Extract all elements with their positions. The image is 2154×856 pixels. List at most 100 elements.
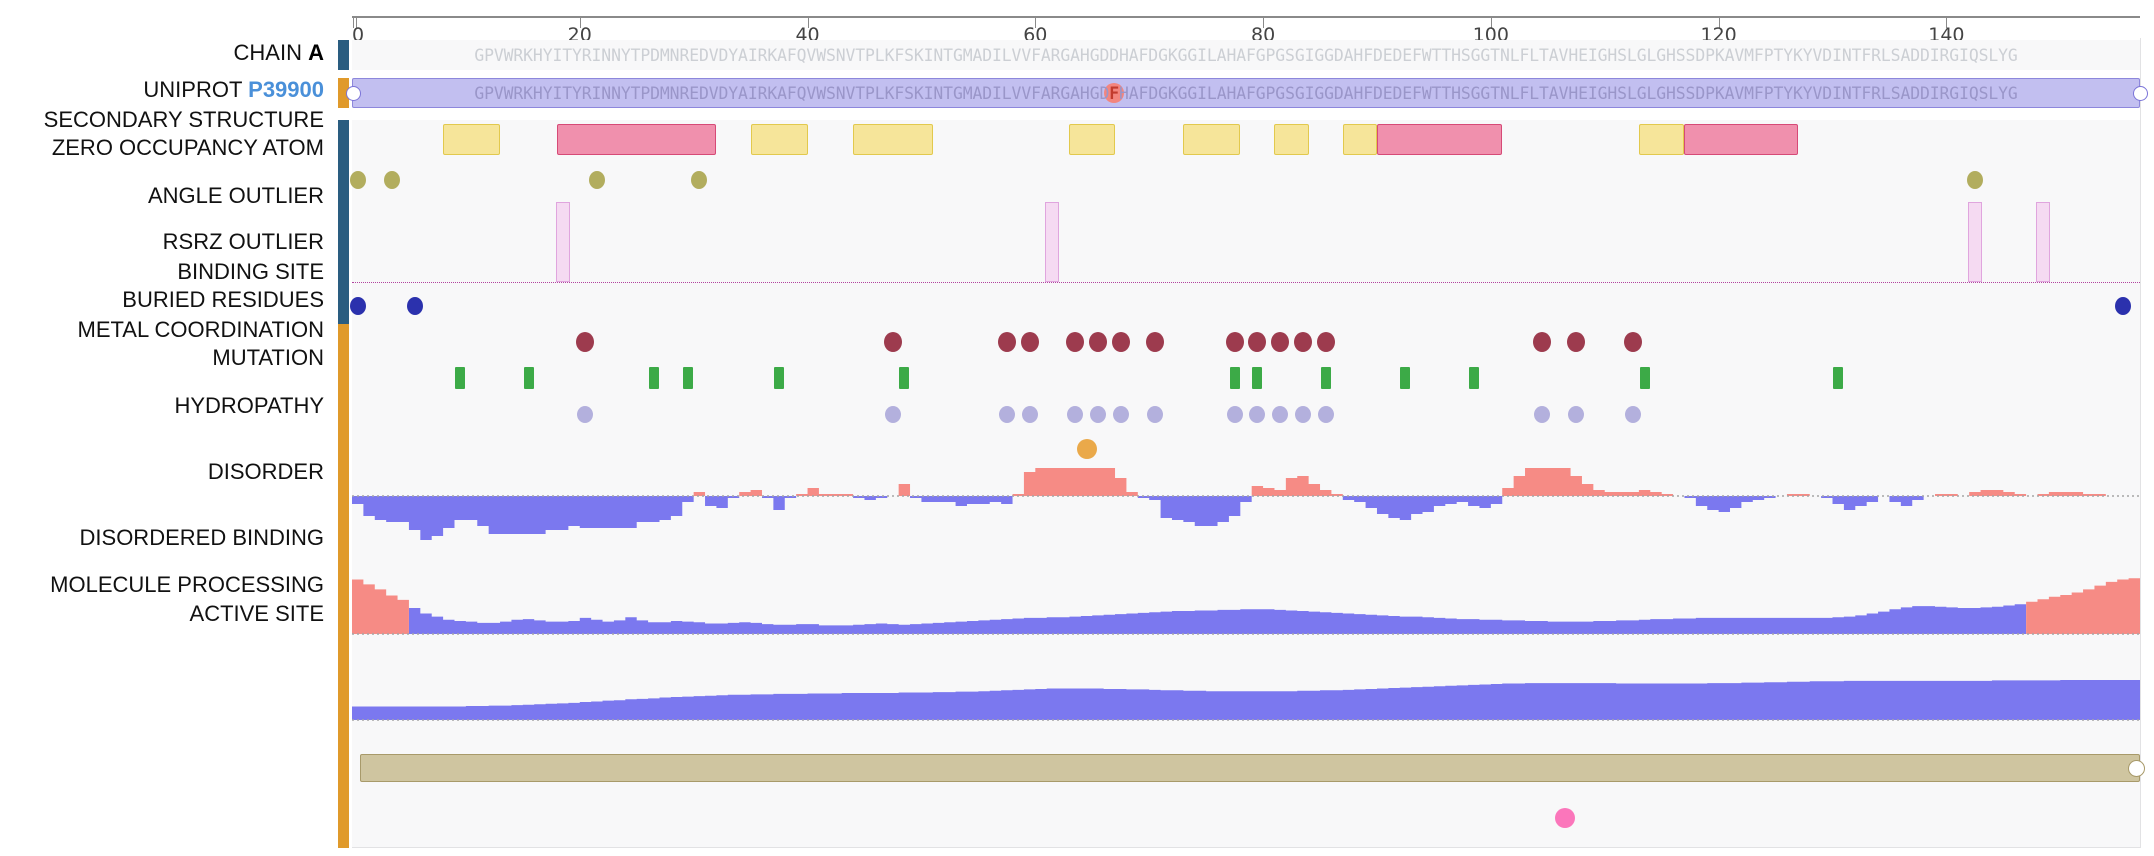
disordered-binding-plot[interactable] [352, 652, 2140, 748]
sequence-ruler[interactable]: 0 20 40 60 80 100 120 140 [352, 8, 2140, 46]
canvas-right-border [2140, 38, 2141, 848]
binding-site-marker[interactable] [1020, 332, 1039, 352]
buried-residue-marker[interactable] [774, 367, 785, 389]
metal-coordination-marker[interactable] [998, 406, 1015, 423]
angle-outlier-spike[interactable] [555, 202, 570, 282]
rsrz-outlier-marker[interactable] [349, 297, 366, 315]
angle-outlier-spike[interactable] [2036, 202, 2051, 282]
metal-coordination-marker[interactable] [1021, 406, 1038, 423]
buried-residue-marker[interactable] [455, 367, 466, 389]
buried-residue-marker[interactable] [1833, 367, 1844, 389]
rsrz-outlier-marker[interactable] [406, 297, 423, 315]
buried-residue-marker[interactable] [1229, 367, 1240, 389]
metal-coordination-marker[interactable] [1146, 406, 1163, 423]
track-label-mutation[interactable]: MUTATION [0, 347, 324, 369]
binding-site-marker[interactable] [1111, 332, 1130, 352]
molecule-processing-chain[interactable] [360, 754, 2140, 782]
track-lane-metal_coordination[interactable] [352, 396, 2140, 432]
active-site-marker[interactable] [1554, 808, 1575, 828]
uniprot-end-handle[interactable] [2133, 86, 2148, 101]
track-label-rsrz_outlier[interactable]: RSRZ OUTLIER [0, 231, 324, 253]
category-bar-orange [338, 432, 349, 468]
binding-site-marker[interactable] [997, 332, 1016, 352]
track-label-metal_coordination[interactable]: METAL COORDINATION [0, 319, 325, 341]
binding-site-marker[interactable] [1316, 332, 1335, 352]
secondary-structure-strand[interactable] [1274, 124, 1309, 155]
track-label-zero_occupancy_atom[interactable]: ZERO OCCUPANCY ATOM [0, 137, 324, 159]
track-label-buried_residues[interactable]: BURIED RESIDUES [0, 289, 324, 311]
disorder-plot[interactable] [352, 562, 2140, 652]
track-label-angle_outlier[interactable]: ANGLE OUTLIER [0, 185, 324, 207]
variant-marker [1104, 83, 1125, 103]
secondary-structure-strand[interactable] [1638, 124, 1685, 155]
buried-residue-marker[interactable] [682, 367, 693, 389]
secondary-structure-helix[interactable] [1376, 124, 1503, 155]
secondary-structure-strand[interactable] [443, 124, 501, 155]
uniprot-variant-residue[interactable]: F [1104, 83, 1125, 103]
secondary-structure-helix[interactable] [1684, 124, 1799, 155]
binding-site-marker[interactable] [883, 332, 902, 352]
zero-occupancy-atom-marker[interactable] [383, 171, 400, 189]
buried-residue-marker[interactable] [1252, 367, 1263, 389]
buried-residue-marker[interactable] [1468, 367, 1479, 389]
track-label-disordered_binding[interactable]: DISORDERED BINDING [0, 527, 324, 549]
zero-occupancy-atom-marker[interactable] [349, 171, 366, 189]
metal-coordination-marker[interactable] [1226, 406, 1243, 423]
buried-residue-marker[interactable] [899, 367, 910, 389]
angle-outlier-spike[interactable] [1967, 202, 1982, 282]
track-lane-buried_residues[interactable] [352, 360, 2140, 396]
buried-residue-marker[interactable] [1639, 367, 1650, 389]
hydropathy-plot[interactable] [352, 468, 2140, 562]
binding-site-marker[interactable] [1225, 332, 1244, 352]
track-lane-zero_occupancy_atom[interactable] [352, 162, 2140, 198]
track-label-active_site[interactable]: ACTIVE SITE [0, 603, 324, 625]
secondary-structure-strand[interactable] [1342, 124, 1377, 155]
mutation-marker[interactable] [1076, 439, 1097, 459]
secondary-structure-strand[interactable] [1183, 124, 1241, 155]
buried-residue-marker[interactable] [648, 367, 659, 389]
track-label-secondary_structure[interactable]: SECONDARY STRUCTURE [0, 109, 324, 131]
chain-sequence-row[interactable]: GPVWRKHYITYRINNYTPDMNREDVDYAIRKAFQVWSNVT… [352, 40, 2140, 70]
category-bar-orange [338, 562, 349, 652]
binding-site-marker[interactable] [1293, 332, 1312, 352]
secondary-structure-helix[interactable] [556, 124, 717, 155]
track-label-hydropathy[interactable]: HYDROPATHY [0, 395, 324, 417]
zero-occupancy-atom-marker[interactable] [588, 171, 605, 189]
metal-coordination-marker[interactable] [1089, 406, 1106, 423]
track-lane-rsrz_outlier[interactable] [352, 288, 2140, 324]
angle-outlier-spike[interactable] [1045, 202, 1060, 282]
metal-coordination-marker[interactable] [1317, 406, 1334, 423]
track-label-binding_site[interactable]: BINDING SITE [0, 261, 324, 283]
metal-coordination-marker[interactable] [1534, 406, 1551, 423]
track-label-chain[interactable]: CHAIN A [0, 42, 324, 64]
uniprot-accession-link[interactable]: P39900 [248, 77, 324, 102]
track-lane-binding_site[interactable] [352, 324, 2140, 360]
binding-site-marker[interactable] [1533, 332, 1552, 352]
metal-coordination-marker[interactable] [1294, 406, 1311, 423]
metal-coordination-marker[interactable] [1112, 406, 1129, 423]
track-label-disorder[interactable]: DISORDER [0, 461, 324, 483]
binding-site-marker[interactable] [1145, 332, 1164, 352]
protein-feature-viewer: 0 20 40 60 80 100 120 140 CHAIN A UNIPROT P39900… [0, 0, 2154, 856]
buried-residue-marker[interactable] [1320, 367, 1331, 389]
secondary-structure-strand[interactable] [853, 124, 933, 155]
buried-residue-marker[interactable] [1400, 367, 1411, 389]
zero-occupancy-atom-marker[interactable] [1966, 171, 1983, 189]
track-label-text: DISORDERED BINDING [79, 525, 324, 550]
uniprot-sequence-row[interactable]: GPVWRKHYITYRINNYTPDMNREDVDYAIRKAFQVWSNVT… [352, 78, 2140, 108]
metal-coordination-marker[interactable] [884, 406, 901, 423]
binding-site-marker[interactable] [1088, 332, 1107, 352]
track-lane-mutation[interactable] [352, 432, 2140, 468]
molecule-processing-end-handle[interactable] [2128, 760, 2145, 777]
ruler-axis-line [352, 16, 2140, 18]
track-lane-active_site[interactable] [352, 800, 2140, 848]
secondary-structure-strand[interactable] [750, 124, 808, 155]
track-lane-angle_outlier[interactable] [352, 198, 2140, 288]
track-label-uniprot[interactable]: UNIPROT P39900 [0, 79, 324, 101]
rsrz-outlier-marker[interactable] [2114, 297, 2131, 315]
buried-residue-marker[interactable] [523, 367, 534, 389]
track-label-molecule_processing[interactable]: MOLECULE PROCESSING [0, 574, 324, 596]
uniprot-start-handle[interactable] [346, 86, 361, 101]
chain-id: A [308, 40, 324, 65]
secondary-structure-strand[interactable] [1069, 124, 1116, 155]
